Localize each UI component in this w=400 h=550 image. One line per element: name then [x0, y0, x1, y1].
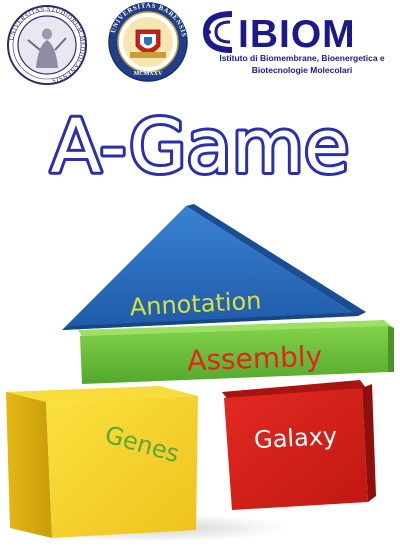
- university-bari-seal: UNIVERSITAS BARENSIS MCMXXV: [108, 2, 188, 82]
- block-yellow: Genes: [6, 386, 198, 538]
- block-red: Galaxy: [222, 380, 376, 510]
- ibiom-subtitle-line1: Istituto di Biomembrane, Bioenergetica e: [219, 53, 385, 63]
- scene: UNIVERSITAS STUDIORUM MEDIOLANENSIS UNIV…: [6, 2, 394, 542]
- seal-year-bari: MCMXXV: [134, 71, 163, 77]
- block-label-assembly: Assembly: [187, 340, 323, 378]
- title-group: A-Game A-Game: [48, 101, 353, 193]
- ibiom-subtitle-line2: Biotecnologie Molecolari: [251, 65, 353, 75]
- university-milano-seal: UNIVERSITAS STUDIORUM MEDIOLANENSIS: [7, 5, 87, 85]
- block-label-galaxy: Galaxy: [253, 422, 337, 454]
- block-green: Assembly: [78, 320, 394, 384]
- ibiom-subtitle: Istituto di Biomembrane, Bioenergetica e…: [204, 52, 400, 76]
- title-fill: A-Game: [51, 104, 350, 190]
- block-blue: Annotation: [62, 204, 366, 330]
- ibiom-logo: IBIOM: [202, 11, 356, 56]
- ibiom-wordmark: IBIOM: [238, 13, 356, 56]
